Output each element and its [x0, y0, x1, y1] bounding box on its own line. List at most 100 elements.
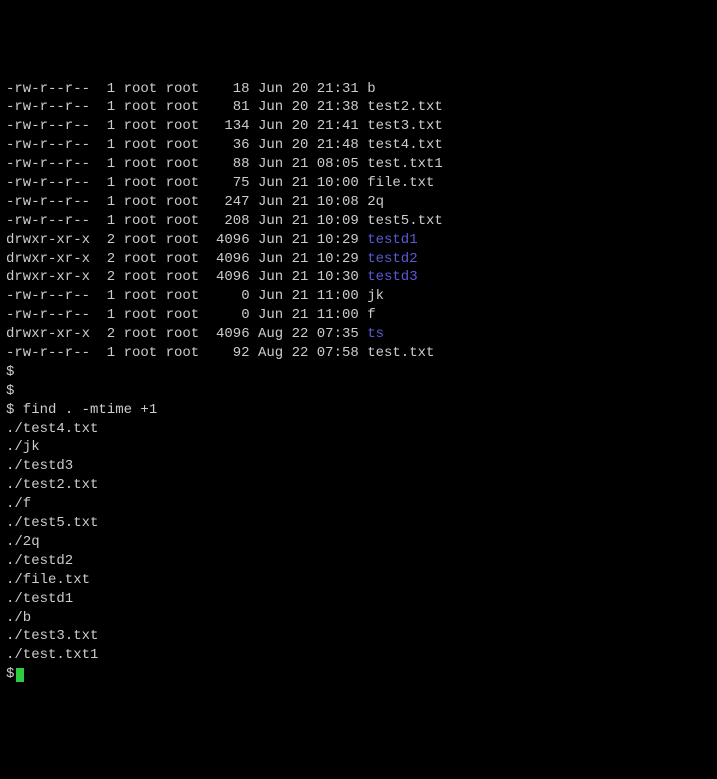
day: 22 — [283, 325, 308, 344]
time: 21:41 — [308, 117, 358, 136]
time: 10:00 — [308, 174, 358, 193]
file-name: test4.txt — [367, 137, 443, 153]
time: 10:09 — [308, 212, 358, 231]
owner: root — [124, 212, 166, 231]
permissions: drwxr-xr-x — [6, 250, 98, 269]
owner: root — [124, 231, 166, 250]
month: Jun — [250, 98, 284, 117]
find-output-line: ./test.txt1 — [6, 646, 711, 665]
file-name: b — [367, 81, 375, 97]
ls-row: -rw-r--r--1rootroot88Jun2108:05test.txt1 — [6, 155, 711, 174]
find-output-line: ./testd1 — [6, 590, 711, 609]
time: 10:29 — [308, 231, 358, 250]
link-count: 1 — [98, 306, 115, 325]
group: root — [166, 155, 208, 174]
link-count: 1 — [98, 136, 115, 155]
size: 88 — [208, 155, 250, 174]
find-output-line: ./test2.txt — [6, 476, 711, 495]
permissions: -rw-r--r-- — [6, 212, 98, 231]
owner: root — [124, 325, 166, 344]
day: 22 — [283, 344, 308, 363]
prompt-line: $ — [6, 382, 711, 401]
find-output-line: ./f — [6, 495, 711, 514]
file-name: testd1 — [367, 232, 417, 248]
ls-row: drwxr-xr-x2rootroot4096Jun2110:29testd2 — [6, 250, 711, 269]
find-output-line: ./jk — [6, 438, 711, 457]
link-count: 1 — [98, 98, 115, 117]
permissions: drwxr-xr-x — [6, 231, 98, 250]
ls-row: -rw-r--r--1rootroot81Jun2021:38test2.txt — [6, 98, 711, 117]
month: Aug — [250, 344, 284, 363]
month: Jun — [250, 306, 284, 325]
time: 21:38 — [308, 98, 358, 117]
month: Jun — [250, 193, 284, 212]
ls-row: -rw-r--r--1rootroot18Jun2021:31b — [6, 80, 711, 99]
find-output-line: ./test4.txt — [6, 420, 711, 439]
time: 08:05 — [308, 155, 358, 174]
month: Jun — [250, 174, 284, 193]
day: 21 — [283, 268, 308, 287]
ls-row: -rw-r--r--1rootroot0Jun2111:00f — [6, 306, 711, 325]
group: root — [166, 344, 208, 363]
group: root — [166, 193, 208, 212]
find-output-line: ./2q — [6, 533, 711, 552]
month: Jun — [250, 80, 284, 99]
file-name: 2q — [367, 194, 384, 210]
day: 21 — [283, 155, 308, 174]
ls-row: -rw-r--r--1rootroot0Jun2111:00jk — [6, 287, 711, 306]
time: 10:30 — [308, 268, 358, 287]
owner: root — [124, 174, 166, 193]
time: 21:31 — [308, 80, 358, 99]
prompt-line: $ — [6, 363, 711, 382]
file-name: file.txt — [367, 175, 434, 191]
size: 4096 — [208, 250, 250, 269]
permissions: -rw-r--r-- — [6, 155, 98, 174]
group: root — [166, 306, 208, 325]
file-name: f — [367, 307, 375, 323]
size: 134 — [208, 117, 250, 136]
link-count: 1 — [98, 80, 115, 99]
ls-row: -rw-r--r--1rootroot208Jun2110:09test5.tx… — [6, 212, 711, 231]
ls-row: -rw-r--r--1rootroot247Jun2110:082q — [6, 193, 711, 212]
permissions: -rw-r--r-- — [6, 174, 98, 193]
month: Jun — [250, 268, 284, 287]
find-output-line: ./test3.txt — [6, 627, 711, 646]
permissions: -rw-r--r-- — [6, 344, 98, 363]
permissions: -rw-r--r-- — [6, 306, 98, 325]
command-line[interactable]: $ find . -mtime +1 — [6, 401, 711, 420]
month: Aug — [250, 325, 284, 344]
group: root — [166, 98, 208, 117]
terminal[interactable]: -rw-r--r--1rootroot18Jun2021:31b-rw-r--r… — [6, 80, 711, 685]
file-name: testd3 — [367, 269, 417, 285]
file-name: test3.txt — [367, 118, 443, 134]
owner: root — [124, 117, 166, 136]
group: root — [166, 268, 208, 287]
owner: root — [124, 268, 166, 287]
link-count: 2 — [98, 250, 115, 269]
permissions: -rw-r--r-- — [6, 136, 98, 155]
time: 11:00 — [308, 287, 358, 306]
size: 208 — [208, 212, 250, 231]
ls-row: drwxr-xr-x2rootroot4096Jun2110:29testd1 — [6, 231, 711, 250]
size: 247 — [208, 193, 250, 212]
find-output-line: ./test5.txt — [6, 514, 711, 533]
day: 21 — [283, 306, 308, 325]
group: root — [166, 174, 208, 193]
month: Jun — [250, 117, 284, 136]
link-count: 1 — [98, 174, 115, 193]
prompt: $ — [6, 383, 14, 399]
day: 21 — [283, 250, 308, 269]
owner: root — [124, 193, 166, 212]
file-name: test.txt1 — [367, 156, 443, 172]
time: 21:48 — [308, 136, 358, 155]
link-count: 1 — [98, 287, 115, 306]
permissions: -rw-r--r-- — [6, 117, 98, 136]
link-count: 2 — [98, 268, 115, 287]
size: 36 — [208, 136, 250, 155]
prompt-line-active[interactable]: $ — [6, 665, 711, 684]
size: 92 — [208, 344, 250, 363]
file-name: test5.txt — [367, 213, 443, 229]
size: 0 — [208, 306, 250, 325]
link-count: 1 — [98, 212, 115, 231]
day: 21 — [283, 231, 308, 250]
